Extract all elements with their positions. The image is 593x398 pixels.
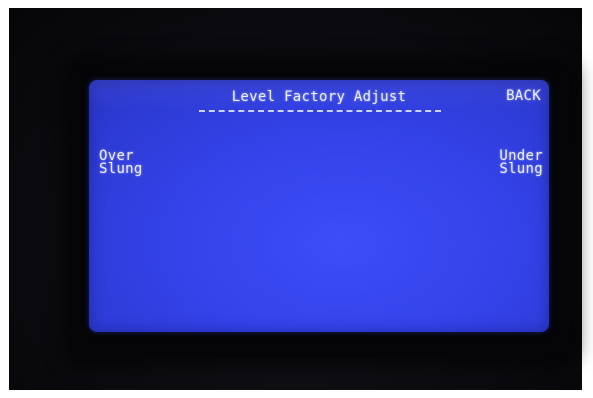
under-slung-line2: Slung bbox=[499, 161, 543, 177]
over-slung-button[interactable]: Over Slung bbox=[99, 149, 167, 177]
page-title: Level Factory Adjust bbox=[231, 89, 407, 105]
over-slung-line2: Slung bbox=[99, 161, 143, 177]
photo-frame: Level Factory Adjust BACK Over Slung Und… bbox=[0, 0, 593, 398]
lcd-screen: Level Factory Adjust BACK Over Slung Und… bbox=[89, 80, 549, 332]
title-underline bbox=[199, 110, 441, 112]
under-slung-button[interactable]: Under Slung bbox=[481, 149, 543, 177]
back-button[interactable]: BACK bbox=[506, 89, 541, 103]
